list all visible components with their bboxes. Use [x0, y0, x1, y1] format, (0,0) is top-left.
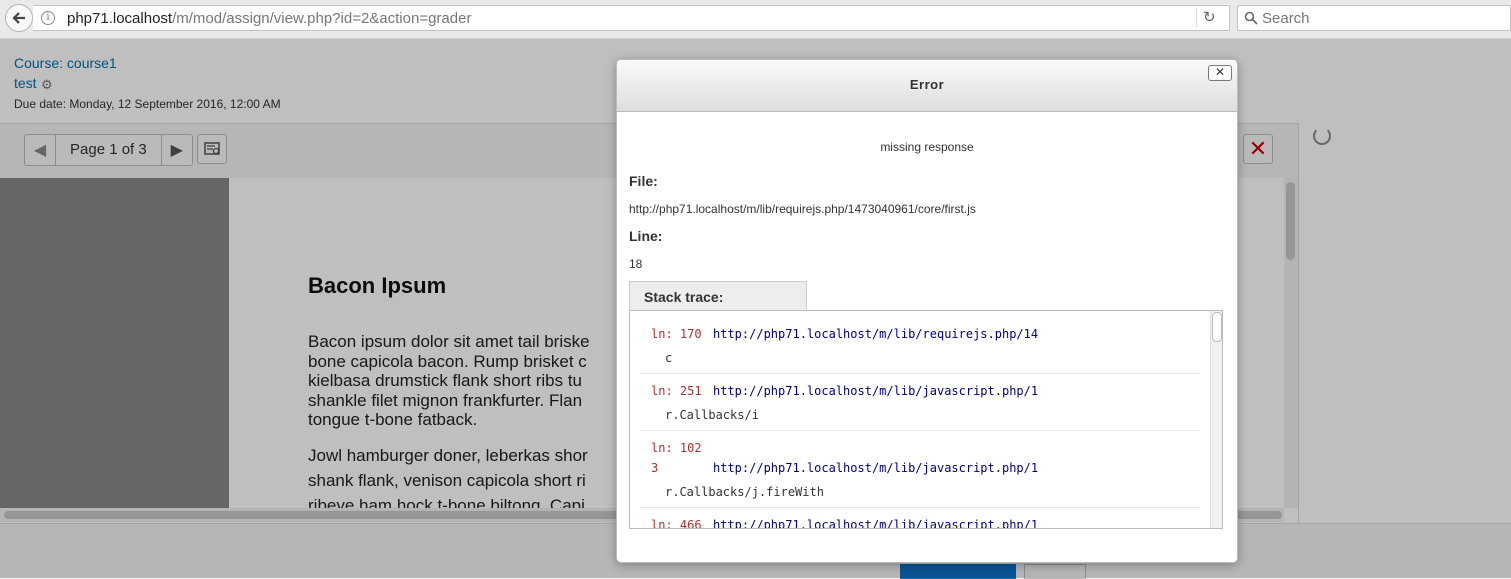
scrollbar-thumb[interactable]	[1212, 312, 1222, 342]
close-icon: ✕	[1214, 65, 1226, 79]
search-icon	[1244, 11, 1258, 25]
url-text: php71.localhost/m/mod/assign/view.php?id…	[67, 10, 471, 27]
url-path: /m/mod/assign/view.php?id=2&action=grade…	[172, 10, 472, 27]
stack-line-number: ln: 102	[651, 441, 702, 455]
stack-trace-label: Stack trace:	[644, 289, 724, 305]
browser-toolbar: i php71.localhost/m/mod/assign/view.php?…	[0, 0, 1511, 39]
stack-url: http://php71.localhost/m/lib/javascript.…	[713, 461, 1039, 475]
stack-function: r.Callbacks/j.fireWith	[665, 485, 824, 499]
stack-function: r.Callbacks/i	[665, 408, 759, 422]
error-dialog: Error ✕ missing response File: http://ph…	[616, 59, 1238, 563]
stack-url: http://php71.localhost/m/lib/requirejs.p…	[713, 327, 1039, 341]
dialog-header: Error ✕	[617, 60, 1237, 112]
back-arrow-icon	[12, 12, 25, 24]
url-host: php71.localhost	[67, 10, 173, 27]
stack-entry: ln: 102 3 http://php71.localhost/m/lib/j…	[640, 430, 1200, 508]
search-placeholder: Search	[1262, 10, 1310, 27]
stack-entry: ln: 251 http://php71.localhost/m/lib/jav…	[640, 373, 1200, 431]
stack-url: http://php71.localhost/m/lib/javascript.…	[713, 384, 1039, 398]
stack-entry: ln: 170 http://php71.localhost/m/lib/req…	[640, 311, 1200, 374]
stack-line-number: ln: 170	[651, 327, 702, 341]
line-label: Line:	[629, 228, 663, 244]
back-button[interactable]	[5, 4, 33, 32]
stack-url: http://php71.localhost/m/lib/javascript.…	[713, 518, 1039, 529]
stack-line-number: ln: 251	[651, 384, 702, 398]
error-message: missing response	[880, 140, 974, 154]
stack-line-number-wrap: 3	[651, 461, 659, 475]
address-bar[interactable]: i php71.localhost/m/mod/assign/view.php?…	[33, 5, 1230, 31]
file-value: http://php71.localhost/m/lib/requirejs.p…	[629, 202, 976, 216]
stack-trace-tab[interactable]: Stack trace:	[629, 281, 807, 310]
url-divider	[1196, 9, 1197, 27]
search-input[interactable]: Search	[1237, 5, 1511, 31]
reload-icon[interactable]: ↻	[1203, 10, 1216, 26]
stack-line-number: ln: 466	[651, 518, 702, 529]
dialog-close-button[interactable]: ✕	[1208, 65, 1232, 81]
info-icon[interactable]: i	[41, 11, 55, 25]
stack-function: c	[665, 351, 673, 365]
line-value: 18	[629, 257, 643, 271]
file-label: File:	[629, 173, 658, 189]
stack-entry: ln: 466 http://php71.localhost/m/lib/jav…	[640, 507, 1200, 529]
dialog-title: Error	[909, 77, 945, 92]
stack-trace-list[interactable]: ln: 170 http://php71.localhost/m/lib/req…	[629, 310, 1223, 529]
stack-scrollbar[interactable]	[1210, 311, 1222, 528]
